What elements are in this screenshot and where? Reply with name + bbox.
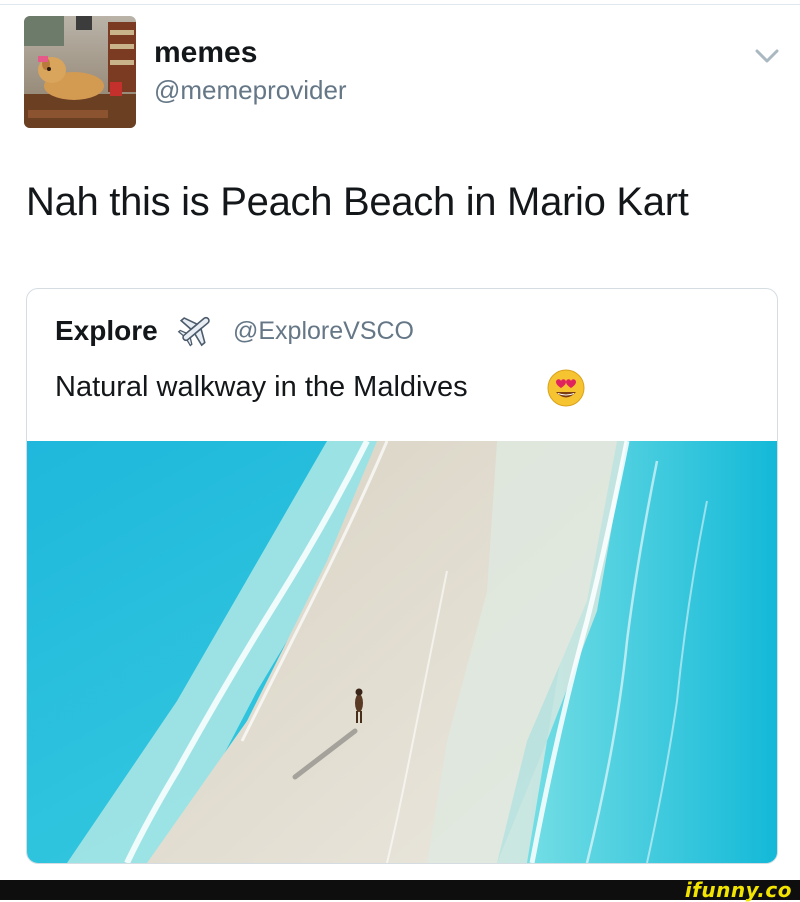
quoted-tweet-card[interactable]: Explore @ExploreVSCO Natural walkway in …: [26, 288, 778, 864]
watermark-bar: ifunny.co: [0, 878, 800, 902]
beach-photo[interactable]: [27, 441, 777, 863]
tweet-text: Nah this is Peach Beach in Mario Kart: [26, 180, 689, 224]
quoted-tweet-text: Natural walkway in the Maldives: [55, 371, 468, 403]
avatar[interactable]: [24, 16, 136, 128]
quoted-display-name: Explore: [55, 315, 158, 346]
ifunny-watermark: ifunny.co: [684, 878, 792, 902]
top-divider: [0, 4, 800, 5]
airplane-icon: [174, 309, 218, 349]
user-handle[interactable]: @memeprovider: [154, 75, 347, 106]
heart-eyes-emoji-icon: [547, 369, 585, 407]
display-name[interactable]: memes: [154, 36, 257, 70]
quoted-user-handle: @ExploreVSCO: [233, 317, 414, 345]
chevron-down-icon[interactable]: [752, 44, 782, 68]
